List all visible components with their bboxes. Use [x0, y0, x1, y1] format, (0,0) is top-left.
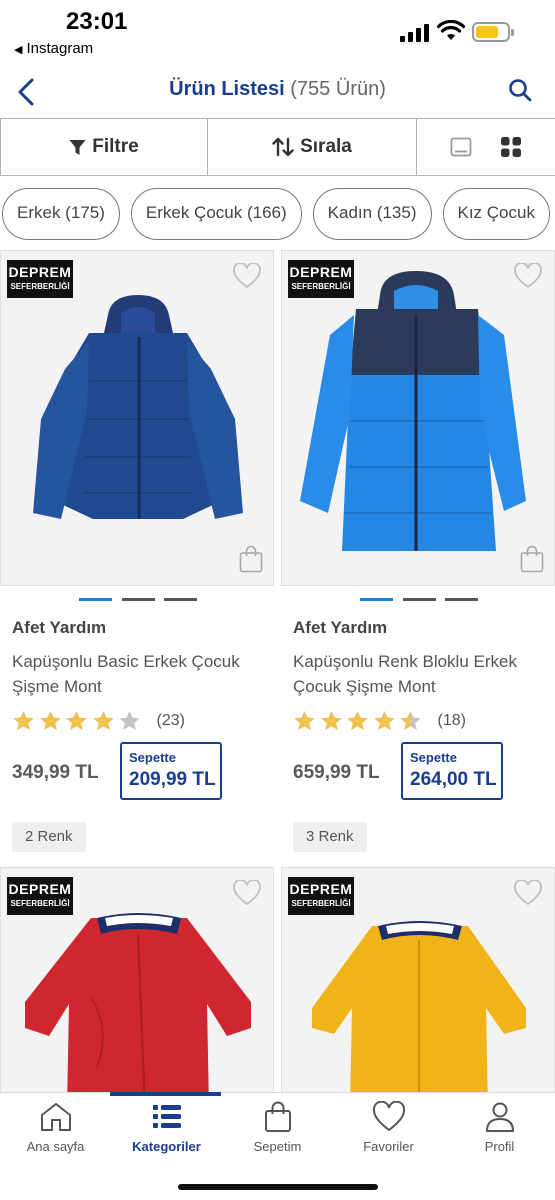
- deprem-badge: DEPREM SEFERBERLİĞİ: [7, 877, 73, 915]
- nav-categories[interactable]: Kategoriler: [111, 1101, 222, 1154]
- add-to-cart-bag-icon[interactable]: [239, 545, 263, 573]
- star-icon: [373, 711, 395, 730]
- sort-arrows-icon: [272, 137, 294, 157]
- deprem-badge: DEPREM SEFERBERLİĞİ: [288, 260, 354, 298]
- star-icon: [320, 711, 342, 730]
- star-icon: [347, 711, 368, 730]
- chip-erkek-cocuk[interactable]: Erkek Çocuk (166): [130, 188, 302, 240]
- product-image[interactable]: DEPREM SEFERBERLİĞİ: [281, 250, 555, 586]
- nav-cart[interactable]: Sepetim: [222, 1101, 333, 1154]
- app-header: Ürün Listesi (755 Ürün): [0, 66, 555, 118]
- back-to-app-link[interactable]: ◀ Instagram: [14, 40, 93, 57]
- favorite-heart-icon[interactable]: [233, 880, 261, 906]
- nav-home[interactable]: Ana sayfa: [0, 1101, 111, 1154]
- list-toolbar: Filtre Sırala: [0, 118, 555, 176]
- product-brand: Afet Yardım: [12, 618, 107, 637]
- nav-favorites-label: Favoriler: [363, 1139, 414, 1154]
- page-title-text: Ürün Listesi: [169, 78, 285, 100]
- nav-cart-label: Sepetim: [253, 1139, 302, 1154]
- favorite-heart-icon[interactable]: [233, 263, 261, 289]
- deprem-badge: DEPREM SEFERBERLİĞİ: [7, 260, 73, 298]
- wifi-icon: [437, 20, 465, 40]
- favorite-heart-icon[interactable]: [514, 880, 542, 906]
- rating-count: (18): [437, 712, 466, 729]
- star-icon: [119, 711, 140, 730]
- basket-price-box: Sepette 264,00 TL: [401, 742, 503, 800]
- heart-icon: [372, 1101, 405, 1132]
- product-name[interactable]: Kapüşonlu Basic Erkek Çocuk Şişme Mont: [12, 649, 262, 699]
- sort-label: Sırala: [300, 136, 352, 157]
- nav-categories-label: Kategoriler: [132, 1139, 201, 1154]
- jacket-image: [33, 295, 243, 519]
- back-triangle-icon: ◀: [14, 44, 23, 56]
- product-count: (755 Ürün): [290, 78, 386, 100]
- color-count-badge[interactable]: 3 Renk: [293, 822, 367, 852]
- basket-price: 264,00 TL: [410, 769, 497, 790]
- product-brand: Afet Yardım: [293, 618, 388, 637]
- signal-icon: [400, 24, 430, 42]
- nav-profile-label: Profil: [484, 1139, 515, 1154]
- deprem-badge: DEPREM SEFERBERLİĞİ: [288, 877, 354, 915]
- basket-price: 209,99 TL: [129, 769, 216, 790]
- filter-button[interactable]: Filtre: [0, 119, 208, 175]
- nav-favorites[interactable]: Favoriler: [333, 1101, 444, 1154]
- product-card[interactable]: DEPREM SEFERBERLİĞİ Afet Yardım Kapüşonlu…: [0, 250, 274, 860]
- filter-label: Filtre: [92, 136, 139, 157]
- rating-stars: (23): [12, 708, 185, 734]
- product-price: 659,99 TL: [293, 762, 380, 783]
- product-card[interactable]: DEPREM SEFERBERLİĞİ Afet Yardım Kapüşonlu…: [281, 250, 555, 860]
- category-chips: Erkek (175) Erkek Çocuk (166) Kadın (135) K…: [2, 188, 555, 242]
- product-image[interactable]: DEPREM SEFERBERLİĞİ: [0, 250, 274, 586]
- basket-price-box: Sepette 209,99 TL: [120, 742, 222, 800]
- sort-button[interactable]: Sırala: [208, 119, 417, 175]
- nav-profile[interactable]: Profil: [444, 1101, 555, 1154]
- funnel-icon: [69, 139, 86, 155]
- rating-count: (23): [156, 712, 185, 729]
- status-time: 23:01: [66, 8, 128, 35]
- image-carousel-dots[interactable]: [79, 598, 199, 602]
- basket-label: Sepette: [129, 750, 176, 765]
- product-price: 349,99 TL: [12, 762, 99, 783]
- user-icon: [485, 1102, 514, 1132]
- page-title: Ürün Listesi (755 Ürün): [0, 78, 555, 101]
- color-count-badge[interactable]: 2 Renk: [12, 822, 86, 852]
- shopping-bag-icon: [264, 1101, 291, 1132]
- product-card[interactable]: DEPREM SEFERBERLİĞİ: [281, 867, 555, 1200]
- grid-view-icon[interactable]: [500, 136, 522, 158]
- home-indicator: [178, 1184, 378, 1190]
- star-icon: [39, 711, 61, 730]
- chip-kiz-cocuk[interactable]: Kız Çocuk: [442, 188, 550, 240]
- nav-home-label: Ana sayfa: [26, 1139, 85, 1154]
- image-carousel-dots[interactable]: [360, 598, 480, 602]
- status-bar: 23:01 ◀ Instagram: [0, 0, 555, 66]
- star-icon: [13, 711, 34, 730]
- jacket-image: [300, 271, 526, 551]
- rating-stars: (18): [293, 708, 466, 734]
- view-switcher: [417, 119, 555, 175]
- chip-erkek[interactable]: Erkek (175): [2, 188, 120, 240]
- basket-label: Sepette: [410, 750, 457, 765]
- active-tab-indicator: [110, 1092, 221, 1096]
- product-name[interactable]: Kapüşonlu Renk Bloklu Erkek Çocuk Şişme …: [293, 649, 543, 699]
- favorite-heart-icon[interactable]: [514, 263, 542, 289]
- battery-icon: [472, 22, 514, 42]
- chip-kadin[interactable]: Kadın (135): [312, 188, 432, 240]
- star-icon: [400, 711, 421, 730]
- back-app-label: Instagram: [26, 40, 94, 57]
- home-icon: [40, 1103, 71, 1131]
- single-view-icon[interactable]: [450, 137, 472, 157]
- add-to-cart-bag-icon[interactable]: [520, 545, 544, 573]
- star-icon: [294, 711, 315, 730]
- star-icon: [66, 711, 87, 730]
- star-icon: [92, 711, 114, 730]
- search-icon[interactable]: [507, 77, 533, 103]
- list-icon: [152, 1105, 181, 1128]
- product-card[interactable]: DEPREM SEFERBERLİĞİ: [0, 867, 274, 1200]
